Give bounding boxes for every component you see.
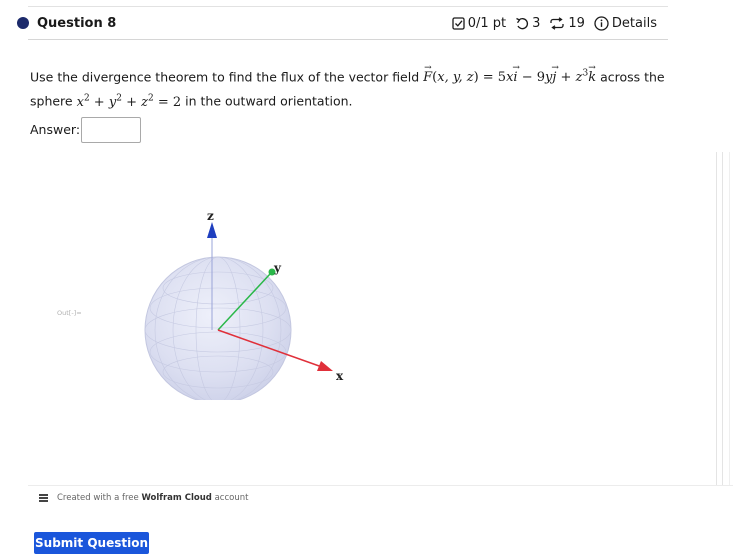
answer-input[interactable] <box>81 117 141 143</box>
score-group: 0/1 pt <box>452 16 506 31</box>
frame-border-left <box>716 152 717 485</box>
y-axis-label: y <box>273 261 282 275</box>
wolfram-suffix: account <box>214 493 249 503</box>
sphere-formula: x2 + y2 + z2 = 2 <box>76 93 182 110</box>
question-meta: 0/1 pt 3 19 Details <box>452 16 661 31</box>
menu-icon[interactable] <box>39 494 48 502</box>
details-toggle[interactable]: Details <box>594 16 657 31</box>
frame-scrollbar[interactable] <box>729 152 730 485</box>
wolfram-brand[interactable]: Wolfram Cloud <box>141 493 211 503</box>
x-axis-label: x <box>336 369 344 383</box>
submit-question-button[interactable]: Submit Question <box>34 532 149 554</box>
question-divider <box>28 39 668 40</box>
wolfram-attribution: Created with a free Wolfram Cloud accoun… <box>39 493 248 503</box>
frame-bottom-border <box>28 485 733 486</box>
question-prompt: Use the divergence theorem to find the f… <box>30 63 670 113</box>
sphere-surface <box>144 256 292 400</box>
z-axis-label: z <box>207 209 214 223</box>
frame-border-right <box>722 152 723 485</box>
output-label: Out[-]= <box>57 309 82 317</box>
top-divider <box>28 6 668 7</box>
checkbox-icon <box>452 17 465 30</box>
answer-label: Answer: <box>30 122 81 137</box>
retries-group: 19 <box>549 16 585 31</box>
attempts-count: 3 <box>532 16 541 31</box>
x-axis-arrow <box>317 361 333 371</box>
prompt-part3: in the outward orientation. <box>185 93 353 109</box>
sphere-plot[interactable]: z y x <box>130 200 370 400</box>
wolfram-prefix: Created with a free <box>57 493 139 503</box>
info-icon <box>594 16 609 31</box>
vector-field-formula: F → (x, y, z) = 5xi → − 9yj → + z3k → <box>423 63 597 86</box>
retries-count: 19 <box>568 16 585 31</box>
undo-icon <box>515 17 529 30</box>
wolfram-text[interactable]: Created with a free Wolfram Cloud accoun… <box>57 493 248 503</box>
attempts-group: 3 <box>515 16 540 31</box>
details-label[interactable]: Details <box>612 16 657 31</box>
z-axis-arrow <box>207 222 217 238</box>
repeat-icon <box>549 17 565 30</box>
score-text: 0/1 pt <box>467 16 507 31</box>
question-bullet <box>17 17 29 29</box>
prompt-part1: Use the divergence theorem to find the f… <box>30 69 424 85</box>
question-title: Question 8 <box>37 16 117 31</box>
